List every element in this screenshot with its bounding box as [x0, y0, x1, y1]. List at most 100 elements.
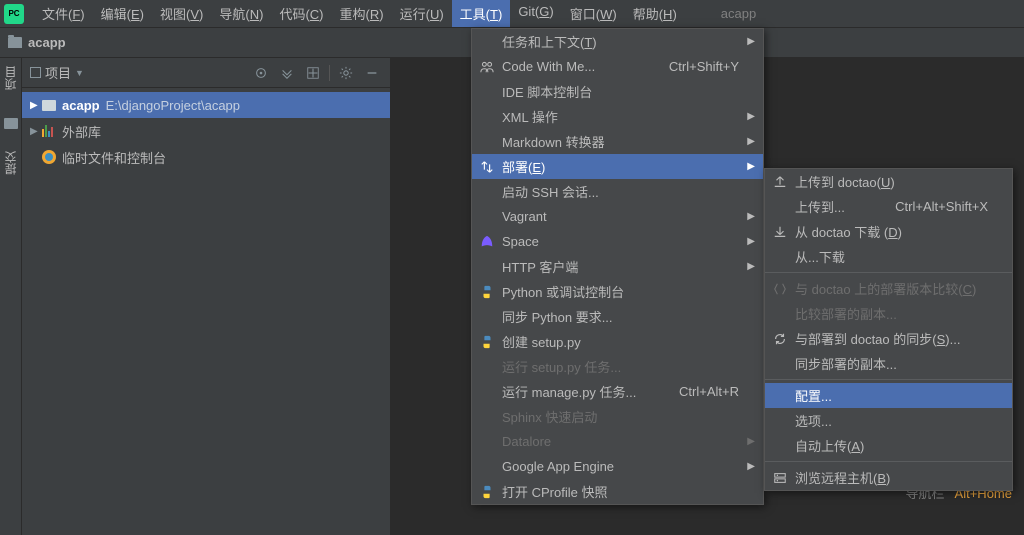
deploy-item-8[interactable]: 同步部署的副本...	[765, 351, 1012, 376]
chevron-right-icon: ▶	[747, 136, 755, 147]
menu-item-label: HTTP 客户端	[502, 257, 739, 276]
tools-item-9[interactable]: HTTP 客户端▶	[472, 254, 763, 279]
tools-item-0[interactable]: 任务和上下文(T) ▶	[472, 29, 763, 54]
settings-button[interactable]	[336, 63, 356, 83]
menu-item-label: 同步 Python 要求...	[502, 307, 739, 326]
menu-item-label: 启动 SSH 会话...	[502, 182, 739, 201]
people-icon	[479, 59, 495, 75]
tree-external-libs[interactable]: ▶ 外部库	[22, 118, 390, 144]
tools-item-18[interactable]: 打开 CProfile 快照	[472, 479, 763, 504]
menu-item-label: IDE 脚本控制台	[502, 82, 739, 101]
deploy-item-6: 比较部署的副本...	[765, 301, 1012, 326]
chevron-right-icon: ▶	[747, 236, 755, 247]
rail-commit-tab[interactable]: 提交	[2, 147, 19, 179]
tools-item-6[interactable]: 启动 SSH 会话...	[472, 179, 763, 204]
chevron-right-icon: ▶	[30, 100, 42, 111]
menu-item-label: 创建 setup.py	[502, 332, 739, 351]
menu-v[interactable]: 视图(V)	[152, 0, 211, 27]
pycharm-logo-icon	[4, 4, 24, 24]
deploy-item-12[interactable]: 自动上传(A)	[765, 433, 1012, 458]
deploy-item-0[interactable]: 上传到 doctao(U)	[765, 169, 1012, 194]
tools-item-10[interactable]: Python 或调试控制台	[472, 279, 763, 304]
deploy-item-2[interactable]: 从 doctao 下载 (D)	[765, 219, 1012, 244]
deploy-item-7[interactable]: 与部署到 doctao 的同步(S)...	[765, 326, 1012, 351]
select-opened-file-button[interactable]	[251, 63, 271, 83]
menu-g[interactable]: Git(G)	[510, 0, 561, 27]
chevron-right-icon: ▶	[747, 461, 755, 472]
breadcrumb-label: acapp	[28, 35, 66, 50]
menu-item-label: 上传到 doctao(U)	[795, 172, 988, 191]
project-tree: ▶ acapp E:\djangoProject\acapp ▶ 外部库 临时文…	[22, 88, 390, 174]
tools-item-17[interactable]: Google App Engine▶	[472, 454, 763, 479]
project-panel: 项目 ▼ ▶ acapp E:\djangoProject\acapp ▶ 外部…	[22, 58, 391, 535]
menu-item-label: Python 或调试控制台	[502, 282, 739, 301]
chevron-right-icon: ▶	[747, 36, 755, 47]
tools-item-13: 运行 setup.py 任务...	[472, 354, 763, 379]
divider	[329, 65, 330, 81]
tools-item-3[interactable]: XML 操作▶	[472, 104, 763, 129]
tools-item-11[interactable]: 同步 Python 要求...	[472, 304, 763, 329]
menu-item-label: 与部署到 doctao 的同步(S)...	[795, 329, 988, 348]
deploy-item-14[interactable]: 浏览远程主机(B)	[765, 465, 1012, 490]
tools-item-7[interactable]: Vagrant ▶	[472, 204, 763, 229]
menu-item-label: 运行 setup.py 任务...	[502, 357, 739, 376]
menubar: 文件(F)编辑(E)视图(V)导航(N)代码(C)重构(R)运行(U)工具(T)…	[0, 0, 1024, 28]
hide-button[interactable]	[362, 63, 382, 83]
py-icon	[479, 484, 495, 500]
folder-icon[interactable]	[4, 118, 18, 129]
window-icon	[30, 67, 41, 78]
menu-n[interactable]: 导航(N)	[211, 0, 271, 27]
tools-item-14[interactable]: 运行 manage.py 任务...Ctrl+Alt+R	[472, 379, 763, 404]
collapse-all-button[interactable]	[303, 63, 323, 83]
download-icon	[772, 224, 788, 240]
tools-item-16: Datalore▶	[472, 429, 763, 454]
chevron-right-icon: ▶	[30, 126, 42, 137]
tools-item-8[interactable]: Space ▶	[472, 229, 763, 254]
tools-item-12[interactable]: 创建 setup.py	[472, 329, 763, 354]
tree-root[interactable]: ▶ acapp E:\djangoProject\acapp	[22, 92, 390, 118]
folder-icon	[42, 100, 56, 111]
scratch-icon	[42, 150, 56, 164]
menu-item-label: 部署(E)	[502, 157, 739, 176]
menu-e[interactable]: 编辑(E)	[93, 0, 152, 27]
chevron-right-icon: ▶	[747, 211, 755, 222]
menu-separator	[765, 379, 1012, 380]
menu-item-label: Markdown 转换器	[502, 132, 739, 151]
deploy-submenu: 上传到 doctao(U) 上传到...Ctrl+Alt+Shift+X从 doc…	[764, 168, 1013, 491]
menu-item-label: 自动上传(A)	[795, 436, 988, 455]
project-view-selector[interactable]: 项目 ▼	[30, 63, 84, 82]
menu-item-label: 配置...	[795, 386, 988, 405]
tools-item-15: Sphinx 快速启动	[472, 404, 763, 429]
menu-item-label: XML 操作	[502, 107, 739, 126]
menu-f[interactable]: 文件(F)	[34, 0, 93, 27]
menu-item-label: Sphinx 快速启动	[502, 407, 739, 426]
menu-item-label: Space	[502, 234, 739, 249]
menu-item-label: 选项...	[795, 411, 988, 430]
host-icon	[772, 470, 788, 486]
menu-c[interactable]: 代码(C)	[271, 0, 331, 27]
deploy-item-1[interactable]: 上传到...Ctrl+Alt+Shift+X	[765, 194, 1012, 219]
tools-item-5[interactable]: 部署(E)▶	[472, 154, 763, 179]
expand-all-button[interactable]	[277, 63, 297, 83]
deploy-item-11[interactable]: 选项...	[765, 408, 1012, 433]
tools-item-4[interactable]: Markdown 转换器 ▶	[472, 129, 763, 154]
tools-item-2[interactable]: IDE 脚本控制台	[472, 79, 763, 104]
menu-item-label: 与 doctao 上的部署版本比较(C)	[795, 279, 988, 298]
deploy-icon	[479, 159, 495, 175]
menu-item-label: Datalore	[502, 434, 739, 449]
menu-r[interactable]: 重构(R)	[332, 0, 392, 27]
menu-item-label: Vagrant	[502, 209, 739, 224]
menu-item-label: 任务和上下文(T)	[502, 32, 739, 51]
menu-h[interactable]: 帮助(H)	[625, 0, 685, 27]
menu-item-label: 运行 manage.py 任务...	[502, 382, 639, 401]
menu-t[interactable]: 工具(T)	[452, 0, 511, 27]
deploy-item-10[interactable]: 配置...	[765, 383, 1012, 408]
menu-u[interactable]: 运行(U)	[392, 0, 452, 27]
deploy-item-3[interactable]: 从...下载	[765, 244, 1012, 269]
menu-w[interactable]: 窗口(W)	[562, 0, 625, 27]
tools-menu: 任务和上下文(T) ▶ Code With Me...Ctrl+Shift+Y IDE…	[471, 28, 764, 505]
tools-item-1[interactable]: Code With Me...Ctrl+Shift+Y	[472, 54, 763, 79]
rail-project-tab[interactable]: 项目	[2, 62, 19, 94]
menu-item-label: 比较部署的副本...	[795, 304, 988, 323]
tree-scratches[interactable]: 临时文件和控制台	[22, 144, 390, 170]
